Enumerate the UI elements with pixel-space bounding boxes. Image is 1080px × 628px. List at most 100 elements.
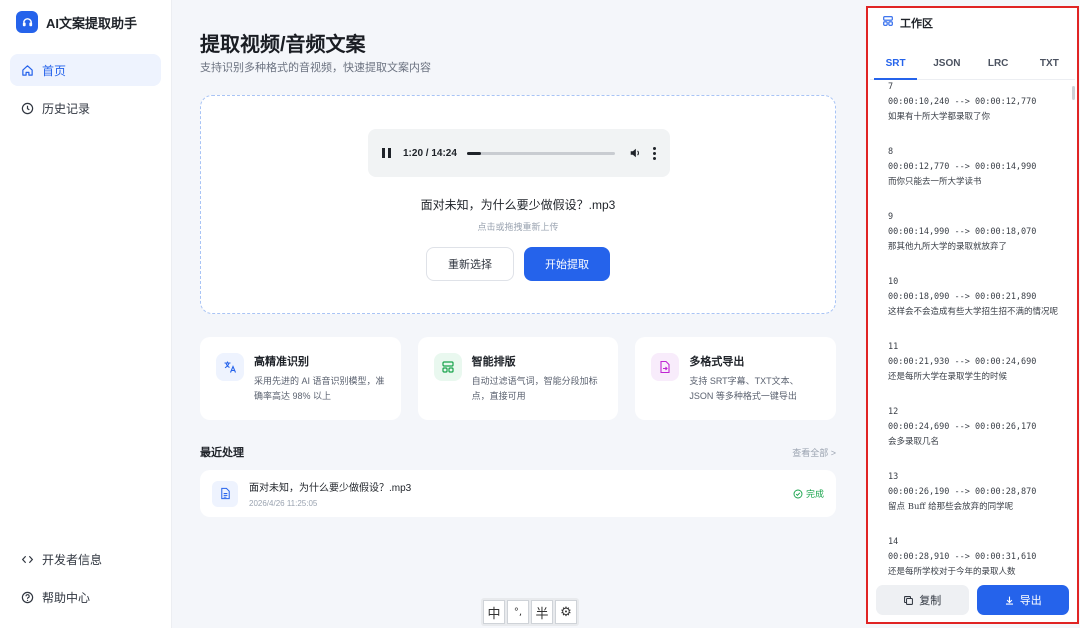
cue-index: 8: [888, 147, 894, 157]
sidebar: AI文案提取助手 首页 历史记录 开发者信息 帮助中心: [0, 0, 172, 628]
subtitle-cue: 10 00:00:18,090 --> 00:00:21,890 这样会不会造成…: [888, 275, 1075, 320]
feature-desc: 支持 SRT字幕、TXT文本、JSON 等多种格式一键导出: [689, 376, 799, 401]
reupload-hint: 点击或拖拽重新上传: [477, 222, 559, 232]
sidebar-item-home[interactable]: 首页: [10, 54, 161, 86]
subtitle-cue: 9 00:00:14,990 --> 00:00:18,070 那其他九所大学的…: [888, 210, 1075, 255]
sidebar-bottom: 开发者信息 帮助中心: [10, 542, 161, 618]
feature-card-export: 多格式导出 支持 SRT字幕、TXT文本、JSON 等多种格式一键导出: [635, 337, 837, 420]
sidebar-item-label: 首页: [42, 63, 67, 78]
feature-desc: 采用先进的 AI 语音识别模型，准确率高达 98% 以上: [254, 376, 385, 401]
cue-text: 如果有十所大学都录取了你: [888, 112, 991, 122]
tab-lrc[interactable]: LRC: [973, 48, 1024, 79]
feature-cards: 高精准识别 采用先进的 AI 语音识别模型，准确率高达 98% 以上 智能排版 …: [200, 337, 837, 420]
tab-txt[interactable]: TXT: [1024, 48, 1075, 79]
cue-text: 那其他九所大学的录取就放弃了: [888, 242, 1008, 252]
code-icon: [20, 552, 34, 566]
cue-text: 留点 Buff 给那些会放弃的同学呢: [888, 502, 1014, 512]
cue-index: 14: [888, 537, 899, 547]
sidebar-item-developer[interactable]: 开发者信息: [10, 542, 161, 576]
upload-dropzone[interactable]: 1:20 / 14:24 面对未知，为什么要少做假设？.mp3 点击或拖拽重新上…: [200, 95, 836, 314]
cue-time: 00:00:14,990 --> 00:00:18,070: [888, 227, 1037, 237]
reselect-button[interactable]: 重新选择: [426, 247, 514, 281]
translate-icon: [216, 353, 244, 381]
ime-chinese-mode[interactable]: 中: [483, 600, 505, 624]
subtitle-cue: 8 00:00:12,770 --> 00:00:14,990 而你只能去一所大…: [888, 145, 1075, 190]
more-options-icon[interactable]: [653, 146, 656, 160]
tab-srt[interactable]: SRT: [870, 48, 921, 80]
feature-desc: 自动过滤语气词，智能分段加标点，直接可用: [471, 376, 598, 401]
brand: AI文案提取助手: [0, 0, 171, 44]
ime-punctuation-mode[interactable]: °,: [507, 600, 529, 624]
clock-icon: [20, 101, 34, 115]
cue-time: 00:00:26,190 --> 00:00:28,870: [888, 487, 1037, 497]
cue-time: 00:00:10,240 --> 00:00:12,770: [888, 97, 1037, 107]
copy-icon: [904, 595, 914, 605]
workspace-panel: 工作区 SRT JSON LRC TXT 7 00:00:10,240 --> …: [866, 6, 1079, 624]
cue-text: 还是每所大学在录取学生的时候: [888, 372, 1008, 382]
page-subtitle: 支持识别多种格式的音视频，快速提取文案内容: [200, 62, 431, 74]
ime-settings-icon[interactable]: ⚙: [555, 600, 577, 624]
audio-player: 1:20 / 14:24: [368, 129, 670, 177]
copy-button[interactable]: 复制: [876, 585, 969, 615]
sidebar-item-history[interactable]: 历史记录: [10, 92, 161, 124]
recent-item-date: 2026/4/26 11:25:05: [249, 499, 318, 508]
pause-icon[interactable]: [382, 148, 391, 158]
cue-text: 还是每所学校对于今年的录取人数: [888, 567, 1016, 577]
recent-item-name: 面对未知，为什么要少做假设？.mp3: [249, 483, 412, 494]
subtitle-cue: 7 00:00:10,240 --> 00:00:12,770 如果有十所大学都…: [888, 80, 1075, 125]
copy-label: 复制: [919, 595, 942, 607]
workspace-title: 工作区: [900, 18, 933, 30]
check-circle-icon: [793, 489, 803, 498]
cue-time: 00:00:24,690 --> 00:00:26,170: [888, 422, 1037, 432]
recent-list-item[interactable]: 面对未知，为什么要少做假设？.mp3 2026/4/26 11:25:05 完成: [200, 470, 836, 517]
subtitle-cue: 13 00:00:26,190 --> 00:00:28,870 留点 Buff…: [888, 470, 1075, 515]
ime-toolbar: 中 °, 半 ⚙: [481, 598, 579, 626]
selected-file-name: 面对未知，为什么要少做假设？.mp3: [420, 198, 616, 212]
download-icon: [1005, 596, 1013, 605]
player-progress-bar[interactable]: [466, 151, 615, 155]
export-button[interactable]: 导出: [976, 585, 1069, 615]
upload-actions: 重新选择 开始提取: [201, 247, 835, 281]
export-file-icon: [651, 353, 680, 381]
cue-index: 12: [888, 407, 899, 417]
feature-title: 多格式导出: [689, 356, 745, 368]
cue-time: 00:00:28,910 --> 00:00:31,610: [888, 552, 1037, 562]
main-content: 提取视频/音频文案 支持识别多种格式的音视频，快速提取文案内容 1:20 / 1…: [172, 0, 864, 628]
feature-title: 智能排版: [471, 356, 516, 368]
view-all-link[interactable]: 查看全部 >: [792, 446, 836, 459]
player-progress-fill: [466, 151, 481, 155]
volume-icon[interactable]: [629, 147, 641, 159]
sidebar-item-help[interactable]: 帮助中心: [10, 580, 161, 614]
ime-half-width-mode[interactable]: 半: [531, 600, 553, 624]
app-name: AI文案提取助手: [46, 15, 138, 31]
workspace-actions: 复制 导出: [876, 585, 1069, 615]
cue-time: 00:00:21,930 --> 00:00:24,690: [888, 357, 1037, 367]
recent-header: 最近处理 查看全部 >: [200, 444, 836, 460]
workspace-header: 工作区: [868, 10, 1077, 36]
srt-content[interactable]: 7 00:00:10,240 --> 00:00:12,770 如果有十所大学都…: [870, 80, 1075, 578]
cue-index: 11: [888, 342, 899, 352]
document-icon: [212, 480, 238, 507]
tab-json[interactable]: JSON: [921, 48, 972, 79]
subtitle-cue: 14 00:00:28,910 --> 00:00:31,610 还是每所学校对…: [888, 535, 1075, 578]
format-tabs: SRT JSON LRC TXT: [870, 48, 1075, 80]
status-badge: 完成: [793, 487, 824, 500]
start-extract-button[interactable]: 开始提取: [524, 247, 610, 281]
layout-icon: [433, 353, 462, 381]
status-label: 完成: [805, 489, 824, 499]
sidebar-item-label: 开发者信息: [42, 552, 103, 567]
recent-item-info: 面对未知，为什么要少做假设？.mp3 2026/4/26 11:25:05: [249, 479, 793, 508]
subtitle-cue: 12 00:00:24,690 --> 00:00:26,170 会多录取几名: [888, 405, 1075, 450]
feature-card-accuracy: 高精准识别 采用先进的 AI 语音识别模型，准确率高达 98% 以上: [200, 337, 401, 420]
workspace-icon: [882, 14, 894, 32]
player-time: 1:20 / 14:24: [403, 147, 457, 159]
cue-time: 00:00:12,770 --> 00:00:14,990: [888, 162, 1037, 172]
cue-text: 这样会不会造成有些大学招生招不满的情况呢: [888, 307, 1059, 317]
cue-index: 13: [888, 472, 899, 482]
cue-time: 00:00:18,090 --> 00:00:21,890: [888, 292, 1037, 302]
cue-index: 9: [888, 212, 894, 222]
srt-scrollbar[interactable]: [1072, 86, 1075, 100]
cue-text: 会多录取几名: [888, 437, 940, 447]
cue-index: 7: [888, 82, 894, 92]
help-circle-icon: [20, 590, 34, 604]
